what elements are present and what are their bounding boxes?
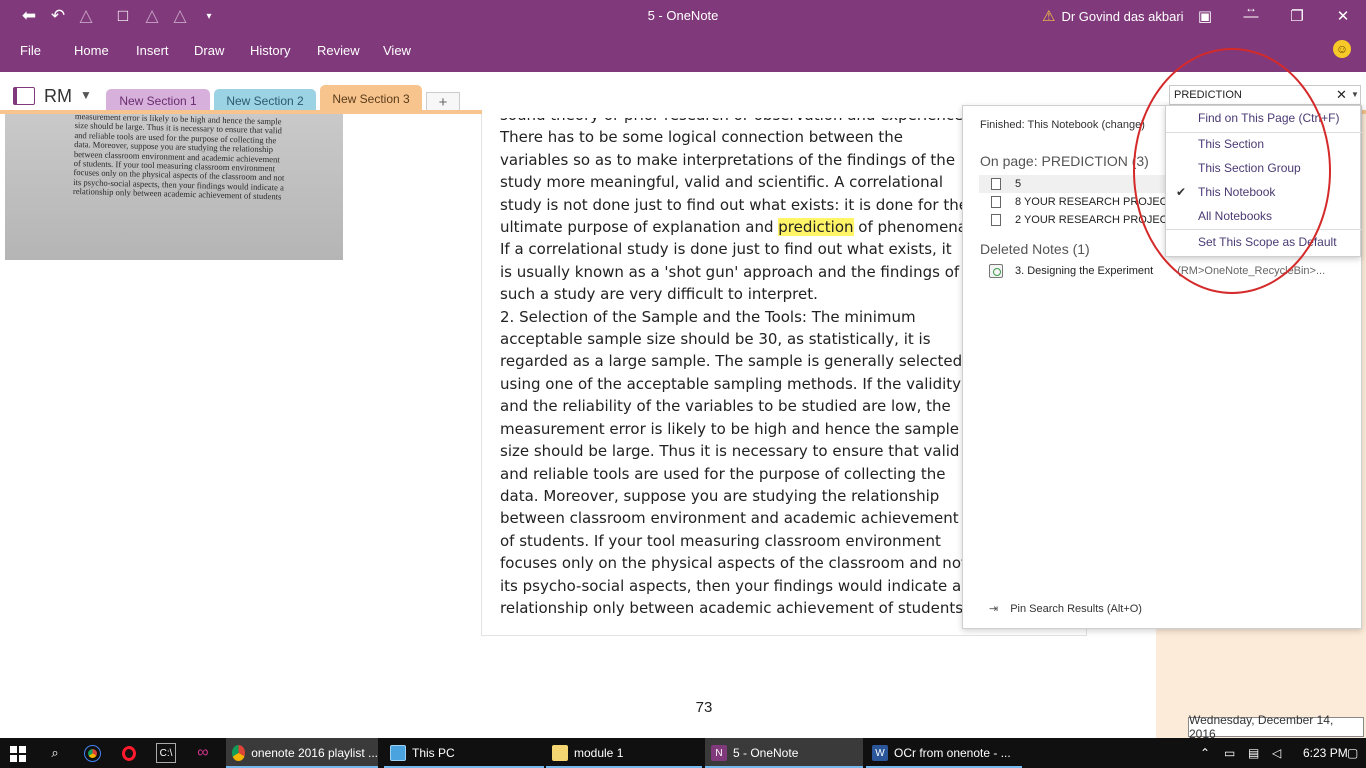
deleted-notes-heading: Deleted Notes (1) [980, 241, 1090, 257]
add-section-button[interactable]: + [426, 92, 460, 112]
scope-find-on-page[interactable]: Find on This Page (Ctrl+F) [1198, 111, 1340, 125]
volume-icon[interactable]: ◁ [1272, 746, 1281, 760]
taskbar-app-module[interactable]: module 1 [546, 738, 702, 768]
chrome-icon [232, 745, 246, 761]
search-input[interactable]: PREDICTION ✕ ▼ [1169, 85, 1361, 105]
scope-this-section[interactable]: This Section [1198, 137, 1264, 151]
scanned-page-image[interactable]: measurement error is likely to be high a… [5, 114, 343, 260]
tab-draw[interactable]: Draw [194, 43, 224, 58]
ribbon-display-icon[interactable]: ▣ [1182, 0, 1228, 32]
search-icon[interactable]: ⌕ [45, 743, 65, 763]
infinity-app-icon[interactable]: ∞ [193, 743, 213, 763]
result-item[interactable]: 2 YOUR RESEARCH PROJECT [979, 211, 1179, 229]
taskbar-app-onenote[interactable]: N 5 - OneNote [705, 738, 863, 768]
tab-insert[interactable]: Insert [136, 43, 169, 58]
user-name: Dr Govind das akbari [1061, 8, 1184, 24]
clear-search-icon[interactable]: ✕ [1336, 87, 1347, 103]
page-icon [991, 196, 1001, 208]
note-text[interactable]: sound theory or prior research or observ… [500, 104, 972, 619]
checkmark-icon: ✔ [1176, 185, 1187, 199]
pin-icon: ⇥ [989, 603, 999, 615]
clock-time[interactable]: 6:23 PM [1303, 746, 1348, 760]
tab-history[interactable]: History [250, 43, 290, 58]
date-tooltip: Wednesday, December 14, 2016 [1188, 713, 1364, 741]
deleted-note-path: (RM>OneNote_RecycleBin>... [1177, 265, 1326, 277]
network-icon[interactable]: ▤ [1248, 746, 1259, 760]
search-scope-chevron-down-icon[interactable]: ▼ [1351, 90, 1359, 99]
notifications-icon[interactable]: ▢ [1347, 746, 1358, 760]
scanned-text: measurement error is likely to be high a… [72, 114, 285, 202]
notebook-chevron-down-icon[interactable]: ▼ [80, 88, 92, 102]
pin-search-results[interactable]: ⇥ Pin Search Results (Alt+O) [989, 602, 1142, 616]
tab-home[interactable]: Home [74, 43, 109, 58]
close-button[interactable]: ✕ [1320, 0, 1366, 32]
taskbar-app-this-pc[interactable]: This PC [384, 738, 544, 768]
tray-chevron-up-icon[interactable]: ⌃ [1200, 746, 1210, 760]
section-tab-3[interactable]: New Section 3 [320, 85, 422, 113]
menu-separator [1166, 229, 1362, 230]
word-icon: W [872, 745, 888, 761]
ribbon-tabs: File Home Insert Draw History Review Vie… [0, 32, 1366, 72]
battery-icon[interactable]: ▭ [1224, 746, 1235, 760]
search-highlight: prediction [778, 218, 854, 237]
notebook-name[interactable]: RM [44, 86, 72, 107]
warning-icon: ⚠ [1042, 8, 1056, 25]
opera-icon[interactable] [119, 743, 139, 763]
scope-set-default[interactable]: Set This Scope as Default [1198, 235, 1337, 249]
tab-file[interactable]: File [20, 43, 41, 58]
maximize-button[interactable]: ❐ [1274, 0, 1320, 32]
result-item[interactable]: 5 [979, 175, 1179, 193]
menu-separator [1166, 132, 1362, 133]
computer-icon [390, 745, 406, 761]
page-top-clip [482, 108, 962, 118]
result-item[interactable]: 8 YOUR RESEARCH PROJECT [979, 193, 1179, 211]
notebook-icon[interactable] [13, 87, 35, 105]
on-page-heading: On page: PREDICTION (3) [980, 153, 1149, 169]
account-user[interactable]: ⚠ Dr Govind das akbari [1042, 7, 1184, 25]
taskbar: ⌕ C:\ ∞ onenote 2016 playlist ... This P… [0, 738, 1366, 768]
command-prompt-icon[interactable]: C:\ [156, 743, 176, 763]
deleted-note-item[interactable]: 3. Designing the Experiment (RM>OneNote_… [989, 264, 1359, 278]
tab-review[interactable]: Review [317, 43, 360, 58]
feedback-smiley-icon[interactable]: ☺ [1333, 40, 1351, 58]
page-icon [991, 214, 1001, 226]
page-number: 73 [695, 699, 713, 716]
search-status[interactable]: Finished: This Notebook (change) [980, 119, 1145, 131]
page-icon [991, 178, 1001, 190]
chrome-icon[interactable] [82, 743, 102, 763]
scope-this-notebook[interactable]: This Notebook [1198, 185, 1275, 199]
title-bar: ⬅ ↶ △ □ △ △ ▾ 5 - OneNote ⚠ Dr Govind da… [0, 0, 1366, 32]
scope-this-section-group[interactable]: This Section Group [1198, 161, 1301, 175]
tab-view[interactable]: View [383, 43, 411, 58]
search-query: PREDICTION [1174, 89, 1242, 101]
minimize-button[interactable]: — [1228, 0, 1274, 32]
taskbar-app-word[interactable]: W OCr from onenote - ... [866, 738, 1022, 768]
taskbar-app-chrome[interactable]: onenote 2016 playlist ... [226, 738, 378, 768]
scope-all-notebooks[interactable]: All Notebooks [1198, 209, 1272, 223]
windows-start-icon[interactable] [10, 746, 26, 762]
onenote-icon: N [711, 745, 727, 761]
folder-icon [552, 745, 568, 761]
search-scope-menu: Find on This Page (Ctrl+F) This Section … [1165, 105, 1362, 257]
recycle-bin-icon [989, 264, 1003, 278]
